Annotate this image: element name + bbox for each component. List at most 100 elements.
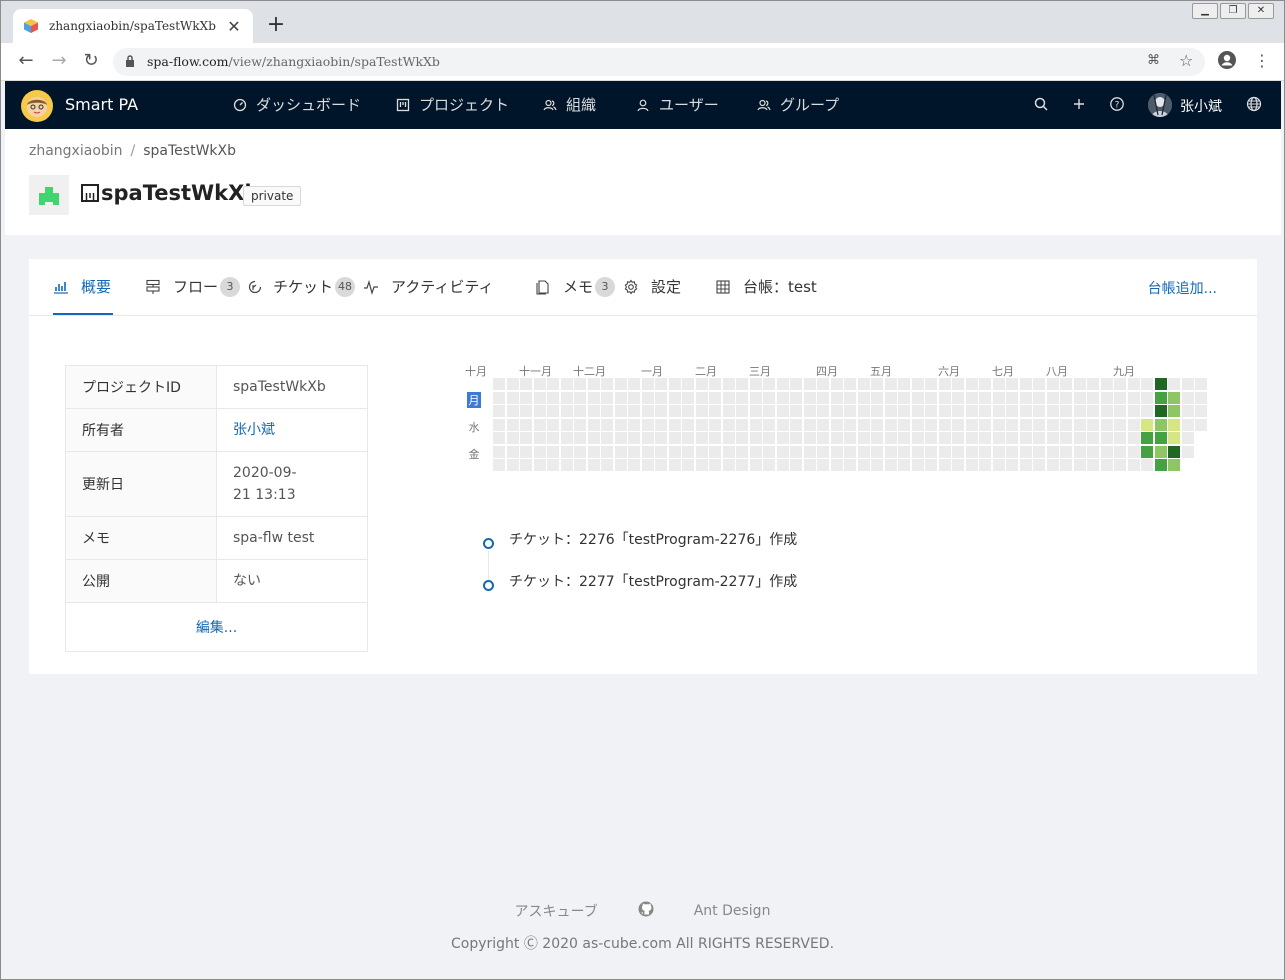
heatmap-cell[interactable]: [979, 378, 991, 390]
heatmap-cell[interactable]: [979, 445, 991, 458]
heatmap-cell[interactable]: [547, 378, 559, 390]
heatmap-cell[interactable]: [682, 418, 694, 431]
heatmap-cell[interactable]: [1114, 418, 1126, 431]
heatmap-cell[interactable]: [1141, 391, 1153, 404]
globe-icon[interactable]: [1246, 96, 1262, 116]
help-icon[interactable]: ?: [1109, 96, 1125, 116]
heatmap-cell[interactable]: [709, 418, 721, 431]
heatmap-cell[interactable]: [830, 459, 843, 471]
heatmap-cell[interactable]: [1195, 378, 1207, 390]
heatmap-cell[interactable]: [574, 445, 586, 458]
heatmap-cell[interactable]: [1087, 432, 1099, 444]
heatmap-cell[interactable]: [911, 432, 924, 444]
heatmap-cell[interactable]: [628, 445, 640, 458]
tab-activity[interactable]: アクティビティ: [363, 276, 493, 297]
heatmap-cell[interactable]: [641, 418, 654, 431]
heatmap-cell[interactable]: [857, 378, 870, 390]
heatmap-cell[interactable]: [1087, 459, 1099, 471]
heatmap-cell[interactable]: [668, 418, 681, 431]
heatmap-cell[interactable]: [965, 391, 978, 404]
heatmap-cell[interactable]: [817, 378, 829, 390]
heatmap-cell[interactable]: [938, 418, 951, 431]
heatmap-cell[interactable]: [925, 459, 937, 471]
heatmap-cell[interactable]: [695, 418, 708, 431]
heatmap-cell[interactable]: [614, 405, 627, 417]
heatmap-cell[interactable]: [803, 445, 816, 458]
heatmap-cell[interactable]: [1073, 378, 1086, 390]
heatmap-cell[interactable]: [709, 445, 721, 458]
heatmap-cell[interactable]: [1154, 445, 1167, 458]
footer-link-antdesign[interactable]: Ant Design: [694, 903, 771, 919]
heatmap-cell[interactable]: [898, 391, 910, 404]
heatmap-cell[interactable]: [871, 445, 883, 458]
heatmap-cell[interactable]: [1141, 405, 1153, 417]
heatmap-cell[interactable]: [1100, 405, 1113, 417]
heatmap-cell[interactable]: [884, 418, 897, 431]
heatmap-cell[interactable]: [695, 391, 708, 404]
add-ledger-link[interactable]: 台帳追加...: [1148, 278, 1217, 298]
heatmap-cell[interactable]: [979, 405, 991, 417]
heatmap-cell[interactable]: [952, 418, 964, 431]
heatmap-cell[interactable]: [493, 432, 505, 444]
heatmap-cell[interactable]: [560, 432, 573, 444]
heatmap-cell[interactable]: [682, 378, 694, 390]
heatmap-cell[interactable]: [1006, 445, 1018, 458]
heatmap-cell[interactable]: [655, 405, 667, 417]
heatmap-cell[interactable]: [655, 459, 667, 471]
heatmap-cell[interactable]: [722, 459, 735, 471]
heatmap-cell[interactable]: [520, 378, 532, 390]
heatmap-cell[interactable]: [1006, 378, 1018, 390]
heatmap-cell[interactable]: [857, 445, 870, 458]
heatmap-cell[interactable]: [790, 418, 802, 431]
heatmap-cell[interactable]: [884, 459, 897, 471]
heatmap-cell[interactable]: [1114, 445, 1126, 458]
heatmap-cell[interactable]: [1033, 432, 1045, 444]
heatmap-cell[interactable]: [749, 445, 762, 458]
heatmap-cell[interactable]: [911, 405, 924, 417]
heatmap-cell[interactable]: [1127, 432, 1140, 444]
heatmap-cell[interactable]: [520, 459, 532, 471]
heatmap-cell[interactable]: [655, 391, 667, 404]
heatmap-cell[interactable]: [979, 459, 991, 471]
heatmap-cell[interactable]: [601, 391, 613, 404]
heatmap-cell[interactable]: [965, 378, 978, 390]
heatmap-cell[interactable]: [763, 445, 775, 458]
heatmap-cell[interactable]: [965, 445, 978, 458]
heatmap-cell[interactable]: [614, 391, 627, 404]
menu-users[interactable]: ユーザー: [636, 94, 719, 115]
heatmap-cell[interactable]: [1114, 378, 1126, 390]
close-window-icon[interactable]: ✕: [1248, 3, 1274, 19]
heatmap-cell[interactable]: [884, 405, 897, 417]
heatmap-cell[interactable]: [817, 391, 829, 404]
heatmap-cell[interactable]: [1114, 405, 1126, 417]
heatmap-cell[interactable]: [641, 459, 654, 471]
heatmap-cell[interactable]: [1046, 378, 1059, 390]
heatmap-cell[interactable]: [925, 405, 937, 417]
heatmap-cell[interactable]: [641, 432, 654, 444]
heatmap-cell[interactable]: [952, 391, 964, 404]
heatmap-cell[interactable]: [709, 405, 721, 417]
heatmap-cell[interactable]: [898, 459, 910, 471]
heatmap-cell[interactable]: [965, 432, 978, 444]
heatmap-cell[interactable]: [587, 432, 600, 444]
github-icon[interactable]: [638, 901, 654, 921]
heatmap-cell[interactable]: [911, 459, 924, 471]
more-menu-icon[interactable]: ⋮: [1254, 51, 1270, 70]
heatmap-cell[interactable]: [709, 459, 721, 471]
logo-icon[interactable]: [21, 90, 53, 122]
heatmap-cell[interactable]: [1073, 459, 1086, 471]
heatmap-cell[interactable]: [574, 378, 586, 390]
heatmap-cell[interactable]: [1019, 378, 1032, 390]
heatmap-cell[interactable]: [695, 445, 708, 458]
profile-icon[interactable]: [1217, 50, 1237, 74]
heatmap-cell[interactable]: [844, 432, 856, 444]
heatmap-cell[interactable]: [1168, 459, 1180, 471]
heatmap-cell[interactable]: [1073, 445, 1086, 458]
heatmap-cell[interactable]: [601, 405, 613, 417]
heatmap-cell[interactable]: [1114, 391, 1126, 404]
heatmap-cell[interactable]: [1019, 445, 1032, 458]
heatmap-cell[interactable]: [952, 459, 964, 471]
heatmap-cell[interactable]: [560, 405, 573, 417]
heatmap-cell[interactable]: [1087, 445, 1099, 458]
heatmap-cell[interactable]: [1019, 391, 1032, 404]
